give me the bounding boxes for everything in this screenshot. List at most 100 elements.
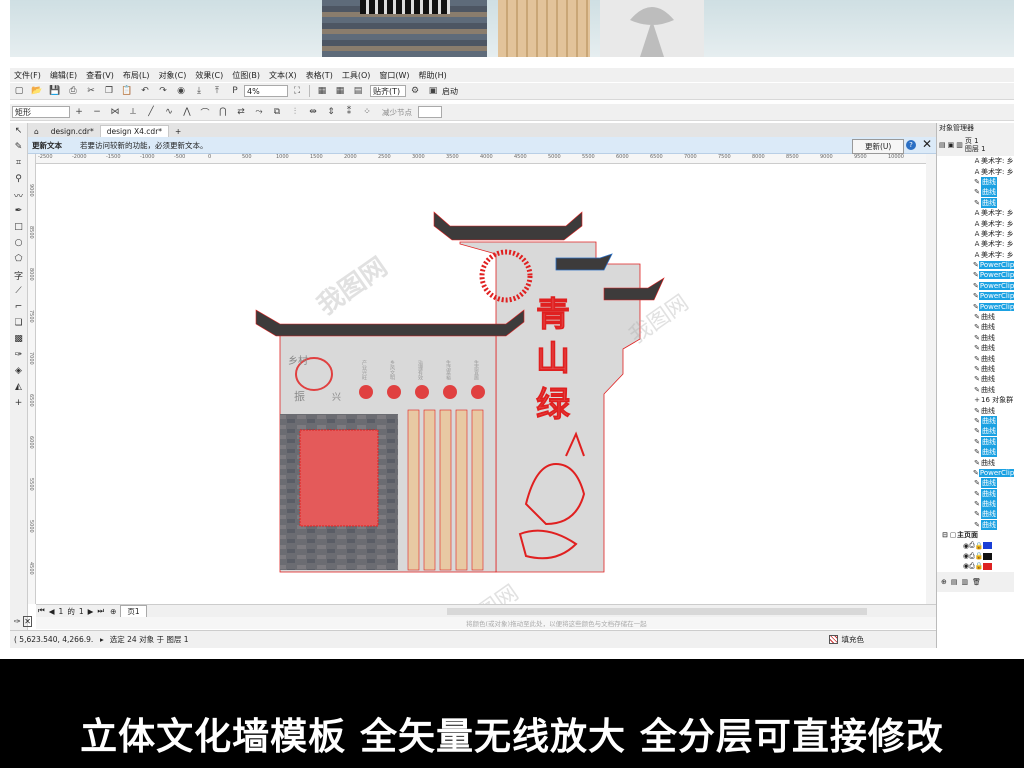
menu-item[interactable]: 文件(F) [14,70,41,81]
close-icon[interactable]: ✕ [922,137,932,151]
undo-icon[interactable]: ↶ [138,85,152,97]
app-launcher-icon[interactable]: ▣ [426,85,440,97]
no-color-icon[interactable]: ✕ [23,616,32,627]
object-tree-item[interactable]: ✎ PowerClip [973,260,1014,270]
polygon-tool-icon[interactable]: ⬠ [10,251,27,267]
layer-options-icon[interactable]: ▤ [939,141,946,149]
menu-item[interactable]: 效果(C) [195,70,223,81]
drawing-canvas[interactable]: 乡村 振 兴 产业兴旺 乡风文明 治理有效 生活富裕 生态宜居 青 山 绿 我图… [36,164,926,639]
align-nodes-icon[interactable]: ⫶ [288,106,302,118]
object-tree-item[interactable]: A 美术字: 乡 [973,250,1014,260]
export-icon[interactable]: ⤒ [210,85,224,97]
delete-node-icon[interactable]: − [90,106,104,118]
print-icon[interactable]: ⎙ [66,85,80,97]
cut-icon[interactable]: ✂ [84,85,98,97]
roof-left[interactable] [255,309,525,337]
eyedropper-icon[interactable]: ✑ [10,347,27,363]
delete-icon[interactable]: 🗑 [972,578,981,586]
object-tree-item[interactable]: ✎ 曲线 [973,519,1014,530]
object-tree-item[interactable]: ✎ 曲线 [973,478,1014,489]
ellipse-tool-icon[interactable]: ○ [10,235,27,251]
add-tab-icon[interactable]: + [169,125,187,137]
extract-subpath-icon[interactable]: ⧉ [270,106,284,118]
object-tree-item[interactable]: ✎ 曲线 [973,509,1014,520]
object-tree-item[interactable]: ✎ 曲线 [973,322,1014,332]
menu-item[interactable]: 编辑(E) [50,70,77,81]
vertical-scrollbar[interactable] [926,154,936,604]
lock-icon[interactable]: 🔒 [975,562,984,570]
rectangle-tool-icon[interactable]: □ [10,219,27,235]
object-tree-item[interactable]: ✎ 曲线 [973,197,1014,208]
menu-item[interactable]: 位图(B) [232,70,260,81]
text-tool-icon[interactable]: 字 [10,267,27,283]
tab-design-x4[interactable]: design X4.cdr* [99,125,170,137]
menu-item[interactable]: 窗口(W) [379,70,409,81]
object-tree-item[interactable]: ✎ 曲线 [973,457,1014,467]
show-guides-icon[interactable]: ▤ [351,85,365,97]
break-curve-icon[interactable]: ⟂ [126,106,140,118]
lock-icon[interactable]: 🔒 [975,542,984,550]
object-tree-item[interactable]: ✎ PowerClip [973,468,1014,478]
master-layer-row[interactable]: ◉ ⎙ 🔒 [937,561,1014,571]
select-all-nodes-icon[interactable]: ⁘ [360,106,374,118]
fill-swatch-icon[interactable] [828,635,838,644]
object-tree-item[interactable]: ✎ PowerClip [973,281,1014,291]
object-tree-item[interactable]: ✎ 曲线 [973,312,1014,322]
launch-label[interactable]: 启动 [442,86,458,97]
elastic-mode-icon[interactable]: ⁑ [342,106,356,118]
to-line-icon[interactable]: ╱ [144,106,158,118]
layer-manager-icon[interactable]: ▥ [956,141,963,149]
full-screen-icon[interactable]: ⛶ [290,85,304,97]
object-tree-item[interactable]: ✎ 曲线 [973,426,1014,437]
open-icon[interactable]: 📂 [30,85,44,97]
copy-icon[interactable]: ❐ [102,85,116,97]
last-page-icon[interactable]: ⏭ [97,606,104,616]
object-tree-item[interactable]: ✎ 曲线 [973,353,1014,363]
object-tree-item[interactable]: A 美术字: 乡 [973,218,1014,228]
object-tree-item[interactable]: A 美术字: 乡 [973,208,1014,218]
symmetric-node-icon[interactable]: ⋂ [216,106,230,118]
add-tool-icon[interactable]: + [10,395,27,411]
add-node-icon[interactable]: + [72,106,86,118]
extend-curve-icon[interactable]: ⤳ [252,106,266,118]
roof-top[interactable] [433,211,583,241]
menu-item[interactable]: 工具(O) [342,70,371,81]
object-tree-item[interactable]: ✎ PowerClip [973,291,1014,301]
home-tab-icon[interactable]: ⌂ [28,125,45,137]
drop-shadow-icon[interactable]: ❏ [10,315,27,331]
menu-item[interactable]: 表格(T) [306,70,333,81]
master-layer-row[interactable]: ◉ ⎙ 🔒 [937,540,1014,550]
master-page-row[interactable]: ⊟ ▢ 主页面 [937,530,1014,540]
new-document-icon[interactable]: ▢ [12,85,26,97]
lock-icon[interactable]: 🔒 [975,552,984,560]
snap-dropdown[interactable]: 贴齐(T) [370,85,406,97]
show-properties-icon[interactable]: ▣ [948,141,955,149]
prev-page-icon[interactable]: ◀ [49,607,55,616]
artistic-media-icon[interactable]: ✒ [10,203,27,219]
save-icon[interactable]: 💾 [48,85,62,97]
show-grid-icon[interactable]: ▦ [333,85,347,97]
cusp-node-icon[interactable]: ⋀ [180,106,194,118]
new-master-layer-icon[interactable]: ▤ [951,578,958,586]
add-page-icon[interactable]: ⊕ [110,607,116,616]
next-page-icon[interactable]: ▶ [88,607,94,616]
object-tree-item[interactable]: ✎ 曲线 [973,488,1014,499]
culture-wall-artwork[interactable]: 乡村 振 兴 产业兴旺 乡风文明 治理有效 生活富裕 生态宜居 青 山 绿 我图… [36,164,926,639]
horizontal-scrollbar[interactable] [446,607,867,615]
reduce-nodes-button[interactable]: 减少节点 [382,107,412,118]
object-tree-item[interactable]: ✎ 曲线 [973,499,1014,510]
redo-icon[interactable]: ↷ [156,85,170,97]
menu-item[interactable]: 对象(C) [159,70,187,81]
selection-mode-select[interactable]: 矩形 [12,106,70,118]
reverse-direction-icon[interactable]: ⇄ [234,106,248,118]
new-layer-icon[interactable]: ⊕ [941,578,947,586]
freehand-tool-icon[interactable]: 〰 [10,187,27,203]
object-tree-item[interactable]: ✎ 曲线 [973,415,1014,426]
menu-item[interactable]: 查看(V) [86,70,114,81]
help-icon[interactable]: ? [906,140,916,150]
collapse-icon[interactable]: ⊟ [941,531,949,539]
object-tree-item[interactable]: A 美术字: 乡 [973,229,1014,239]
parallel-dimension-icon[interactable]: ⟋ [10,283,27,299]
object-tree-item[interactable]: ✎ 曲线 [973,374,1014,384]
zoom-tool-icon[interactable]: ⚲ [10,171,27,187]
